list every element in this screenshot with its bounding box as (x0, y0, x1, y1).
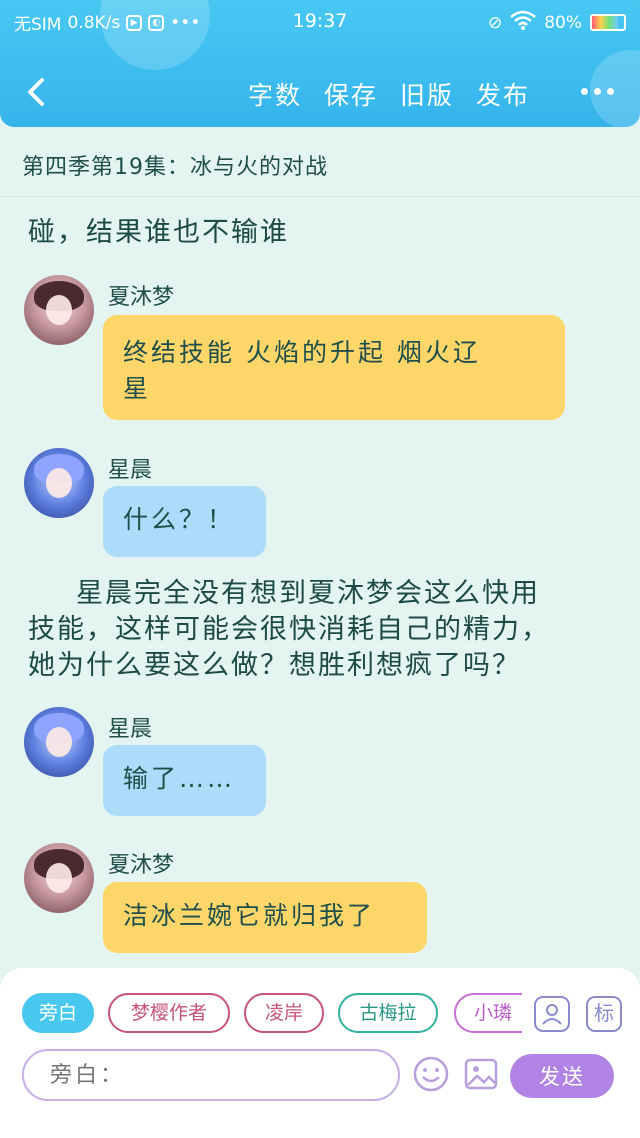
old-version-button[interactable]: 旧版 (400, 76, 454, 112)
send-button[interactable]: 发送 (510, 1054, 614, 1098)
app-header: 无SIM 0.8K/s ▶ ◐ ••• 19:37 ⊘ 80% 字数 保存 旧版… (0, 0, 640, 127)
publish-button[interactable]: 发布 (476, 76, 530, 112)
narration-line: 碰，结果谁也不输谁 (28, 217, 289, 248)
nav-bar: 字数 保存 旧版 发布 (0, 62, 640, 124)
wifi-icon (510, 10, 537, 35)
narration-line: 星晨完全没有想到夏沐梦会这么快用 (76, 578, 540, 609)
message-line: 什么？！ (123, 505, 236, 534)
narration-input[interactable] (22, 1049, 400, 1101)
role-chip-narrator[interactable]: 旁白 (22, 993, 94, 1033)
message-line: 终结技能 火焰的升起 烟火辽 (123, 338, 481, 367)
avatar[interactable] (24, 843, 94, 913)
narration-line: 她为什么要这么做？想胜利想疯了吗？ (28, 650, 521, 681)
message-line: 输了…… (123, 764, 236, 793)
save-button[interactable]: 保存 (324, 76, 378, 112)
tag-button[interactable]: 标 (586, 996, 622, 1032)
speaker-name: 星晨 (108, 717, 153, 742)
person-icon (542, 1004, 562, 1025)
speaker-name: 夏沐梦 (108, 853, 175, 878)
message-bubble[interactable]: 输了…… (103, 745, 266, 816)
story-content[interactable]: 碰，结果谁也不输谁 夏沐梦 终结技能 火焰的升起 烟火辽 星 星晨 什么？！ 星… (0, 197, 640, 970)
avatar[interactable] (24, 448, 94, 518)
image-icon (464, 1058, 498, 1090)
emoji-button[interactable] (412, 1055, 450, 1093)
smiley-icon (413, 1056, 449, 1092)
status-bar: 无SIM 0.8K/s ▶ ◐ ••• 19:37 ⊘ 80% (0, 0, 640, 42)
word-count-button[interactable]: 字数 (248, 76, 302, 112)
battery-fill (592, 16, 618, 29)
role-chip[interactable]: 凌岸 (244, 993, 324, 1033)
mute-icon: ⊘ (487, 12, 503, 33)
role-chip[interactable]: 古梅拉 (338, 993, 438, 1033)
message-bubble[interactable]: 什么？！ (103, 486, 266, 557)
nav-actions: 字数 保存 旧版 发布 (248, 76, 530, 112)
speaker-name: 夏沐梦 (108, 285, 175, 310)
more-options-button[interactable] (578, 76, 618, 106)
chapter-title: 第四季第19集：冰与火的对战 (22, 155, 328, 180)
message-bubble[interactable]: 洁冰兰婉它就归我了 (103, 882, 427, 953)
image-button[interactable] (462, 1055, 500, 1093)
role-chip[interactable]: 梦樱作者 (108, 993, 230, 1033)
battery-icon (590, 14, 626, 31)
back-button[interactable] (18, 72, 58, 112)
avatar[interactable] (24, 707, 94, 777)
back-arrow-icon (28, 78, 44, 106)
role-chip[interactable]: 小璘 (454, 993, 522, 1033)
narration-text: 碰，结果谁也不输谁 (28, 215, 289, 251)
message-line: 星 (123, 374, 152, 403)
input-panel: 旁白 梦樱作者 凌岸 古梅拉 小璘 标 发送 (0, 968, 640, 1138)
speaker-name: 星晨 (108, 458, 153, 483)
add-character-button[interactable] (534, 996, 570, 1032)
role-selector[interactable]: 旁白 梦樱作者 凌岸 古梅拉 小璘 (22, 993, 522, 1037)
avatar[interactable] (24, 275, 94, 345)
battery-percent: 80% (544, 12, 582, 33)
narration-text: 星晨完全没有想到夏沐梦会这么快用 技能，这样可能会很快消耗自己的精力， 她为什么… (28, 576, 550, 684)
message-line: 洁冰兰婉它就归我了 (123, 901, 376, 930)
message-bubble[interactable]: 终结技能 火焰的升起 烟火辽 星 (103, 315, 565, 420)
narration-line: 技能，这样可能会很快消耗自己的精力， (28, 614, 550, 645)
